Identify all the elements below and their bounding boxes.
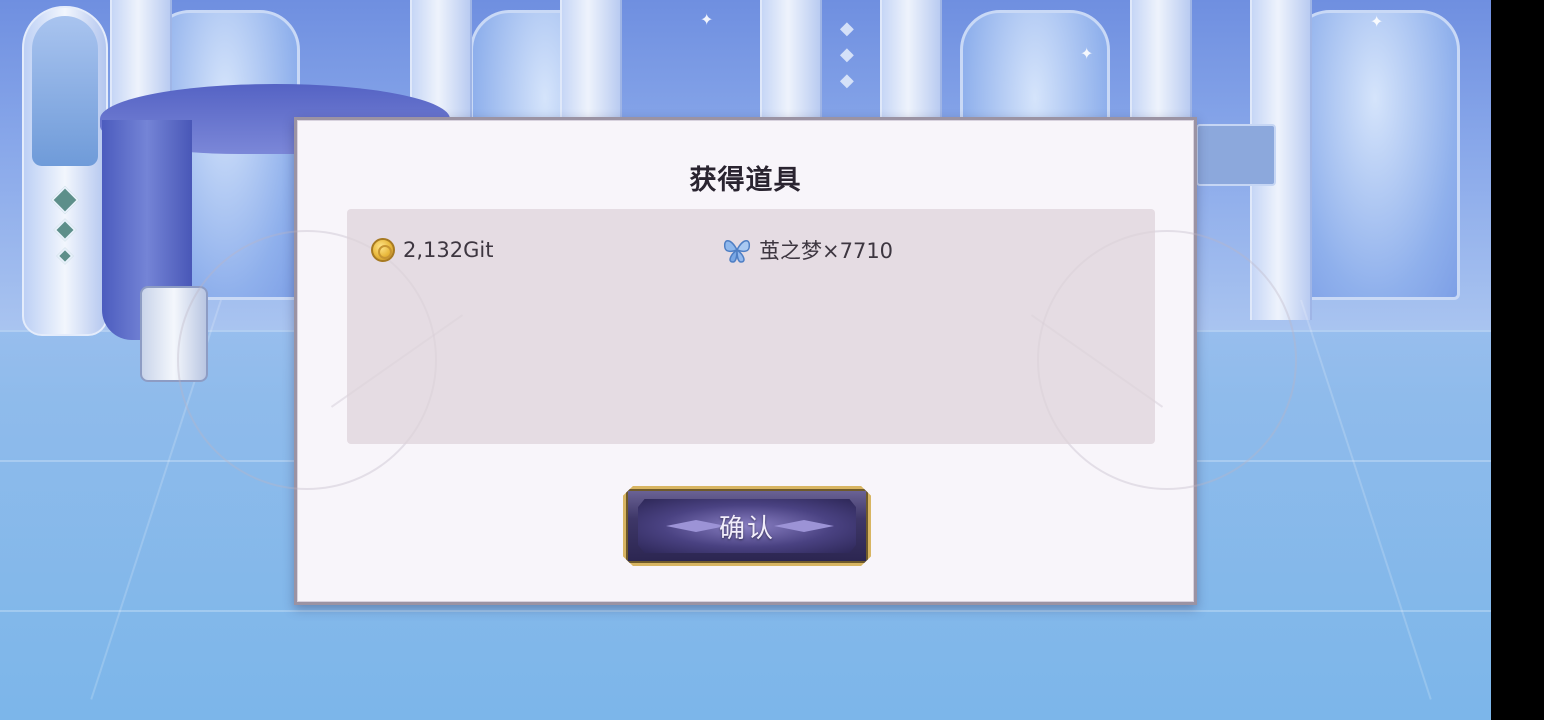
confirm-button-label: 确认 <box>718 513 775 544</box>
sparkle-icon: ✦ <box>1080 44 1094 63</box>
sparkle-icon: ◆ <box>840 44 854 65</box>
floor-line <box>1300 299 1432 700</box>
gem-icon <box>50 185 80 215</box>
background-window <box>1290 10 1460 300</box>
gem-icon <box>53 218 77 242</box>
sparkle-icon: ✦ <box>1370 12 1384 31</box>
confirm-button[interactable]: 确认 <box>623 486 871 566</box>
letterbox-bar <box>1491 0 1544 720</box>
reward-items-box: 2,132Git 茧之梦×7710 <box>347 209 1155 444</box>
butterfly-icon <box>721 234 753 266</box>
gem-icon <box>56 247 74 265</box>
floor-line <box>0 610 1491 612</box>
reward-item-label: 茧之梦×7710 <box>759 239 894 263</box>
reward-item-label: 2,132Git <box>403 238 494 262</box>
reward-dialog: 获得道具 2,132Git 茧之梦×7710 确认 <box>177 117 1297 605</box>
sparkle-icon: ◆ <box>840 18 854 39</box>
reward-item-git: 2,132Git <box>371 233 493 267</box>
sparkle-icon: ✦ <box>700 10 714 29</box>
coin-icon <box>371 238 395 262</box>
glass-capsule <box>22 6 108 336</box>
wall-panel <box>1196 124 1276 186</box>
sparkle-icon: ◆ <box>840 70 854 91</box>
dialog-title: 获得道具 <box>689 165 802 196</box>
reward-item-cocoon-dream: 茧之梦×7710 <box>721 233 893 267</box>
